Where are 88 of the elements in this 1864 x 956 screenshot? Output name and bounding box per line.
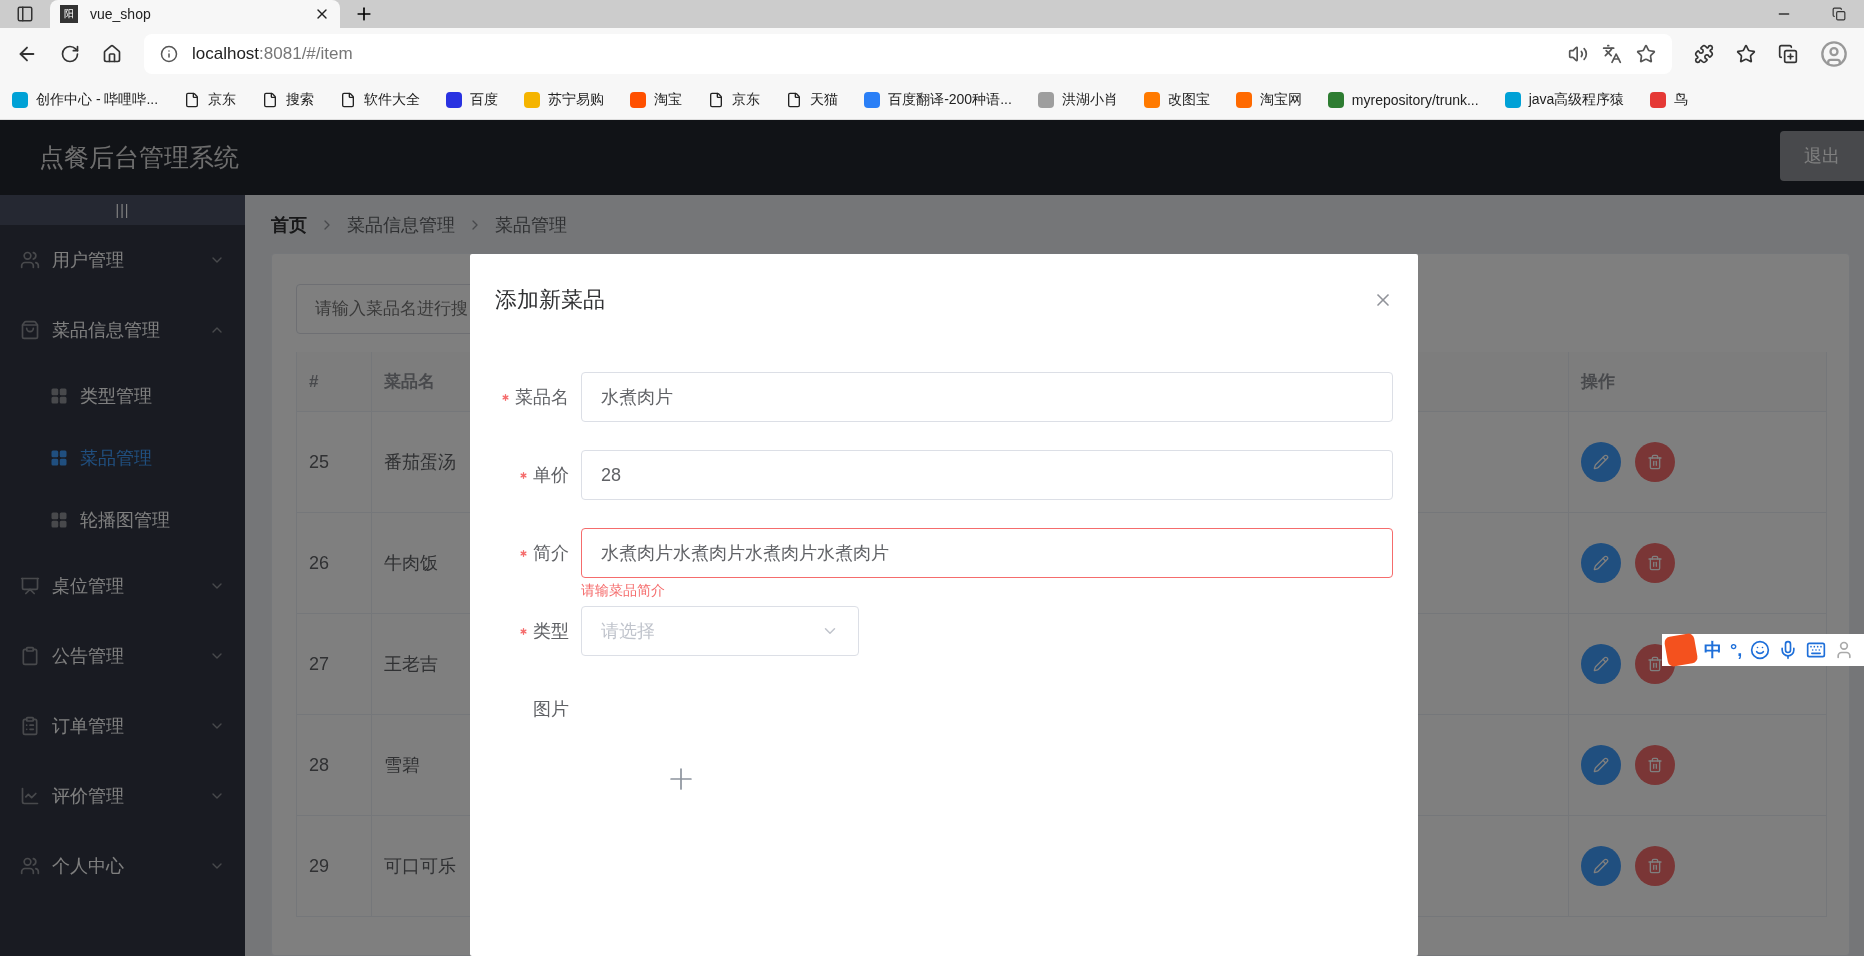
column-header: # xyxy=(297,352,372,412)
error-message: 请输菜品简介 xyxy=(581,581,665,600)
users-icon xyxy=(20,856,40,876)
menu-item[interactable]: 评价管理 xyxy=(0,761,245,831)
bookmark[interactable]: 鸟 xyxy=(1650,90,1689,109)
bookmark[interactable]: 天猫 xyxy=(786,90,839,109)
trash-icon xyxy=(1647,757,1663,773)
puzzle-icon[interactable] xyxy=(1694,44,1714,64)
menu-item[interactable]: 用户管理 xyxy=(0,225,245,295)
clipboard-icon xyxy=(20,716,40,736)
file-icon xyxy=(340,91,357,108)
board-icon xyxy=(20,576,40,596)
bookmark[interactable]: 苏宁易购 xyxy=(524,90,605,109)
reload-icon[interactable] xyxy=(60,44,80,64)
menu-item[interactable]: 公告管理 xyxy=(0,621,245,691)
table-cell: 28 xyxy=(297,715,372,816)
bookmark[interactable]: 搜索 xyxy=(262,90,315,109)
bookmark[interactable]: 淘宝网 xyxy=(1235,90,1302,109)
tab-favicon: 阳 xyxy=(60,5,78,23)
bookmark[interactable]: 创作中心 - 哔哩哔... xyxy=(12,90,159,109)
trash-icon xyxy=(1647,555,1663,571)
trash-icon xyxy=(1647,454,1663,470)
table-cell: 29 xyxy=(297,816,372,917)
smiley-icon[interactable] xyxy=(1750,640,1771,660)
bookmark[interactable]: 淘宝 xyxy=(630,90,683,109)
star-icon[interactable] xyxy=(1636,44,1656,64)
bookmark[interactable]: java高级程序猿 xyxy=(1504,90,1625,109)
file-icon xyxy=(262,91,279,108)
info-icon[interactable] xyxy=(160,45,178,63)
bookmark[interactable]: 改图宝 xyxy=(1143,90,1210,109)
pencil-icon xyxy=(1593,555,1609,571)
field-label: 菜品名 xyxy=(515,386,569,409)
table-cell: 26 xyxy=(297,513,372,614)
bookmark[interactable]: 京东 xyxy=(708,90,761,109)
submenu-item[interactable]: 类型管理 xyxy=(0,365,245,427)
menu-item[interactable]: 菜品信息管理 xyxy=(0,295,245,365)
clipboard-icon xyxy=(20,646,40,666)
file-icon xyxy=(184,91,201,108)
ime-mode[interactable]: 中 xyxy=(1704,638,1722,662)
tabs-icon[interactable] xyxy=(16,5,34,23)
menu-item[interactable]: 订单管理 xyxy=(0,691,245,761)
grid-icon xyxy=(50,449,68,467)
collapse-toggle[interactable]: ||| xyxy=(0,195,245,225)
bookmark[interactable]: 软件大全 xyxy=(340,90,421,109)
collections-icon[interactable] xyxy=(1778,44,1798,64)
browser-tab[interactable]: 阳 vue_shop xyxy=(50,0,340,28)
grid-icon xyxy=(50,511,68,529)
translate-icon[interactable] xyxy=(1602,44,1622,64)
speaker-icon[interactable] xyxy=(1568,44,1588,64)
ime-punctuation[interactable]: °, xyxy=(1730,639,1743,661)
dialog-title: 添加新菜品 xyxy=(495,286,605,314)
chart-icon xyxy=(20,786,40,806)
table-cell: 25 xyxy=(297,412,372,513)
bookmark[interactable]: 京东 xyxy=(184,90,237,109)
profile-icon[interactable] xyxy=(1820,40,1848,68)
table-cell: 27 xyxy=(297,614,372,715)
input-field[interactable]: 28 xyxy=(581,450,1393,500)
submenu-item[interactable]: 轮播图管理 xyxy=(0,489,245,551)
pencil-icon xyxy=(1593,454,1609,470)
users-icon xyxy=(20,250,40,270)
tab-title: vue_shop xyxy=(90,6,151,22)
bookmark[interactable]: 百度 xyxy=(446,90,499,109)
breadcrumb-link[interactable]: 首页 xyxy=(271,213,307,237)
file-icon xyxy=(708,91,725,108)
bag-icon xyxy=(20,320,40,340)
field-label: 类型 xyxy=(533,620,569,643)
favorites-icon[interactable] xyxy=(1736,44,1756,64)
restore-icon[interactable] xyxy=(1832,7,1846,21)
home-icon[interactable] xyxy=(102,44,122,64)
address-bar[interactable]: localhost:8081/#/item xyxy=(144,34,1672,74)
input-field[interactable]: 水煮肉片水煮肉片水煮肉片水煮肉片 xyxy=(581,528,1393,578)
pencil-icon xyxy=(1593,757,1609,773)
input-field[interactable]: 水煮肉片 xyxy=(581,372,1393,422)
keyboard-icon[interactable] xyxy=(1806,640,1827,660)
field-label: 单价 xyxy=(533,464,569,487)
pencil-icon xyxy=(1593,656,1609,672)
grid-icon xyxy=(50,387,68,405)
pencil-icon xyxy=(1593,858,1609,874)
bookmark[interactable]: 洪湖小肖 xyxy=(1037,90,1118,109)
trash-icon xyxy=(1647,858,1663,874)
file-icon xyxy=(786,91,803,108)
url-text: localhost:8081/#/item xyxy=(192,44,353,64)
menu-item[interactable]: 桌位管理 xyxy=(0,551,245,621)
menu-item[interactable]: 个人中心 xyxy=(0,831,245,901)
bookmark[interactable]: myrepository/trunk... xyxy=(1327,91,1479,108)
field-label: 简介 xyxy=(533,542,569,565)
app-title: 点餐后台管理系统 xyxy=(39,142,239,173)
bookmark[interactable]: 百度翻译-200种语... xyxy=(864,90,1012,109)
